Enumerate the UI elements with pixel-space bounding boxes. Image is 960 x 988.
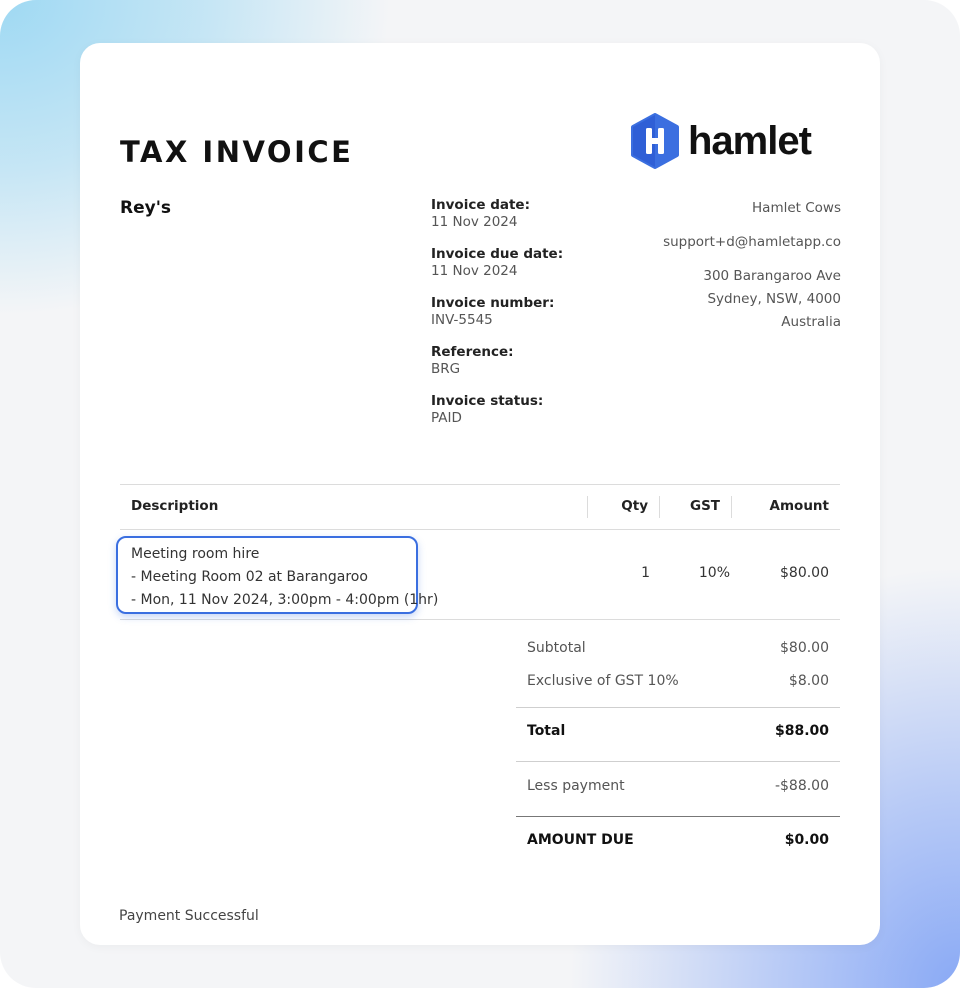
company-address: Hamlet Cows support+d@hamletapp.co 300 B… — [663, 197, 841, 334]
company-name: Hamlet Cows — [752, 200, 841, 216]
meta-due-date: Invoice due date: 11 Nov 2024 — [431, 246, 564, 279]
line-item-amount: $80.00 — [780, 565, 829, 581]
brand-logo: hamlet — [629, 113, 812, 169]
meta-invoice-date: Invoice date: 11 Nov 2024 — [431, 197, 530, 230]
header-divider — [731, 496, 732, 518]
table-row: Meeting room hire - Meeting Room 02 at B… — [116, 530, 840, 620]
background-frame: TAX INVOICE hamlet Rey's Invoice date: 1… — [0, 0, 960, 988]
line-item-gst: 10% — [698, 565, 730, 581]
company-country: Australia — [781, 314, 841, 330]
header-gst: GST — [689, 498, 720, 514]
table-header: Description Qty GST Amount — [120, 485, 840, 530]
payment-row: Less payment -$88.00 — [527, 778, 829, 794]
header-qty: Qty — [621, 498, 648, 514]
line-items-table: Description Qty GST Amount Meeting room … — [116, 484, 840, 620]
line-item-description: Meeting room hire - Meeting Room 02 at B… — [131, 546, 439, 608]
customer-name: Rey's — [120, 198, 172, 218]
invoice-sheet: TAX INVOICE hamlet Rey's Invoice date: 1… — [80, 43, 880, 945]
gst-row: Exclusive of GST 10% $8.00 — [527, 673, 829, 689]
header-description: Description — [131, 498, 219, 514]
payment-status-footer: Payment Successful — [119, 908, 259, 924]
company-address-line1: 300 Barangaroo Ave — [703, 268, 841, 284]
meta-invoice-status: Invoice status: PAID — [431, 393, 544, 426]
amount-due-row: AMOUNT DUE $0.00 — [527, 832, 829, 848]
company-email: support+d@hamletapp.co — [663, 234, 841, 250]
totals-summary: Subtotal $80.00 Exclusive of GST 10% $8.… — [516, 635, 840, 860]
company-address-line2: Sydney, NSW, 4000 — [707, 291, 841, 307]
meta-invoice-number: Invoice number: INV-5545 — [431, 295, 555, 328]
brand-wordmark: hamlet — [688, 119, 812, 163]
hamlet-h-hexagon-icon — [631, 113, 679, 169]
total-row: Total $88.00 — [527, 723, 829, 739]
line-item-qty: 1 — [641, 565, 650, 581]
header-divider — [659, 496, 660, 518]
meta-reference: Reference: BRG — [431, 344, 514, 377]
document-title: TAX INVOICE — [120, 135, 354, 169]
invoice-meta: Invoice date: 11 Nov 2024 Invoice due da… — [431, 197, 631, 442]
subtotal-row: Subtotal $80.00 — [527, 640, 829, 656]
header-amount: Amount — [769, 498, 829, 514]
header-divider — [587, 496, 588, 518]
